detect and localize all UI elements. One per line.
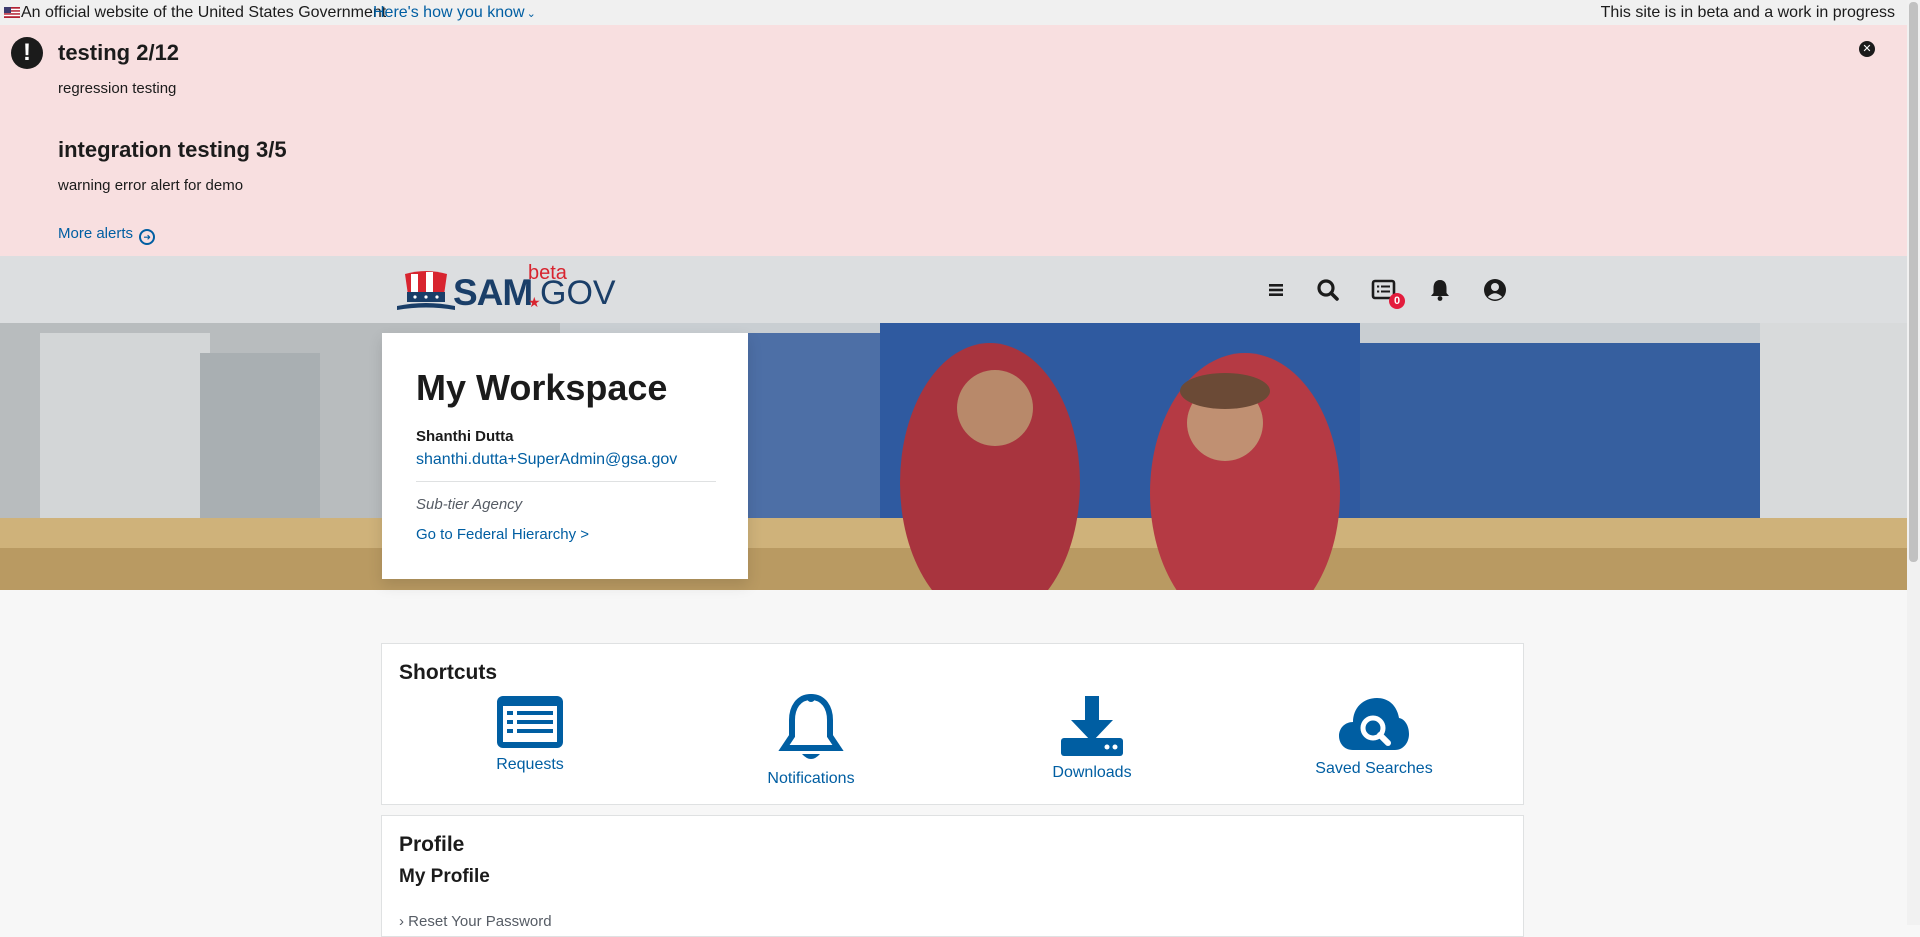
shortcut-downloads[interactable]: Downloads xyxy=(1012,694,1172,782)
shortcut-requests[interactable]: Requests xyxy=(450,694,610,774)
how-you-know-label: Here's how you know xyxy=(373,4,525,21)
workspace-card: My Workspace Shanthi Dutta shanthi.dutta… xyxy=(382,333,748,579)
alert-body: warning error alert for demo xyxy=(58,177,244,194)
site-header: SAM beta ★ GOV xyxy=(0,256,1907,323)
divider xyxy=(416,481,716,482)
scrollbar-thumb[interactable] xyxy=(1909,2,1918,562)
shortcut-label: Downloads xyxy=(1052,764,1132,781)
how-you-know-link[interactable]: Here's how you know ⌄ xyxy=(373,0,536,27)
shortcut-label: Saved Searches xyxy=(1315,760,1433,777)
hero-photo xyxy=(0,323,1907,590)
star-icon: ★ xyxy=(528,294,541,310)
sam-gov-logo[interactable]: SAM beta ★ GOV xyxy=(397,262,616,314)
profile-panel: Profile My Profile › Reset Your Password xyxy=(381,815,1524,937)
alert-title: testing 2/12 xyxy=(58,40,180,65)
more-alerts-label: More alerts xyxy=(58,225,134,242)
shortcut-label: Notifications xyxy=(767,770,855,787)
alert-banner: ! ✕ testing 2/12 regression testing inte… xyxy=(0,25,1907,256)
federal-hierarchy-link[interactable]: Go to Federal Hierarchy > xyxy=(416,526,589,543)
more-alerts-link[interactable]: More alerts ➜ xyxy=(58,225,156,245)
hero-banner xyxy=(0,323,1907,590)
arrow-right-circle-icon: ➜ xyxy=(139,229,156,245)
reset-password-label: Reset Your Password xyxy=(408,913,552,930)
list-icon xyxy=(497,696,563,748)
page-title: My Workspace xyxy=(416,367,668,408)
search-icon[interactable] xyxy=(1314,276,1342,304)
scrollbar[interactable] xyxy=(1907,0,1920,925)
requests-badge: 0 xyxy=(1389,293,1405,309)
official-website-text: An official website of the United States… xyxy=(21,4,387,21)
user-name: Shanthi Dutta xyxy=(416,428,514,445)
beta-notice: This site is in beta and a work in progr… xyxy=(1600,4,1895,21)
cloud-search-icon xyxy=(1339,698,1409,750)
download-icon xyxy=(1061,696,1123,756)
shortcut-notifications[interactable]: Notifications xyxy=(731,694,891,788)
gov-banner: An official website of the United States… xyxy=(0,0,1907,25)
notifications-icon[interactable] xyxy=(1426,276,1454,304)
us-flag-icon xyxy=(4,7,20,18)
exclamation-icon: ! xyxy=(11,37,43,69)
chevron-down-icon: ⌄ xyxy=(526,8,536,20)
chevron-right-icon: › xyxy=(399,913,404,930)
shortcut-saved-searches[interactable]: Saved Searches xyxy=(1294,694,1454,778)
close-icon[interactable]: ✕ xyxy=(1859,41,1875,57)
shortcuts-panel: Shortcuts Requests Notifications Downloa… xyxy=(381,643,1524,805)
uncle-sam-hat-icon xyxy=(397,271,455,310)
alert-body: regression testing xyxy=(58,80,177,97)
alert-title: integration testing 3/5 xyxy=(58,137,287,162)
profile-title: Profile xyxy=(399,833,465,856)
agency-label: Sub-tier Agency xyxy=(416,496,523,513)
shortcut-label: Requests xyxy=(496,756,564,773)
reset-password-link[interactable]: › Reset Your Password xyxy=(399,913,552,930)
account-icon[interactable] xyxy=(1481,276,1509,304)
user-email-link[interactable]: shanthi.dutta+SuperAdmin@gsa.gov xyxy=(416,451,677,469)
bell-icon xyxy=(778,694,844,759)
logo-gov-text: GOV xyxy=(540,274,616,312)
my-profile-heading: My Profile xyxy=(399,866,490,887)
menu-icon[interactable] xyxy=(1262,276,1290,304)
logo-sam-text: SAM xyxy=(453,272,533,313)
shortcuts-title: Shortcuts xyxy=(399,661,498,684)
